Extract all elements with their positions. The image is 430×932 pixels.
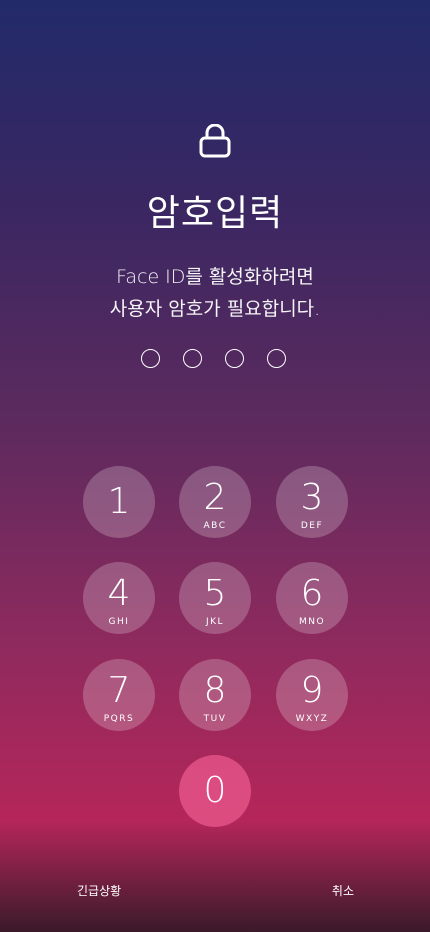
key-digit: 0: [203, 770, 227, 811]
key-letters: JKL: [205, 617, 225, 627]
bottom-bar: 긴급상황 취소: [0, 870, 430, 912]
key-5[interactable]: 5 JKL: [179, 562, 251, 634]
key-digit: 7: [107, 670, 131, 711]
passcode-dot: [225, 349, 244, 368]
page-title: 암호입력: [146, 193, 284, 234]
subtitle-line-2: 사용자 암호가 필요합니다.: [109, 298, 321, 320]
key-2[interactable]: 2 ABC: [179, 466, 251, 538]
key-digit: 4: [107, 573, 131, 614]
key-digit: 1: [107, 481, 131, 522]
passcode-dots: [141, 349, 291, 371]
key-digit: 5: [203, 573, 227, 614]
key-8[interactable]: 8 TUV: [179, 659, 251, 731]
key-letters: MNO: [298, 617, 326, 627]
key-6[interactable]: 6 MNO: [276, 562, 348, 634]
subtitle-line-1: Face ID를 활성화하려면: [116, 266, 314, 288]
emergency-button[interactable]: 긴급상황: [77, 882, 121, 899]
key-letters: DEF: [300, 521, 324, 531]
passcode-dot: [141, 349, 160, 368]
cancel-button[interactable]: 취소: [332, 882, 354, 899]
key-0[interactable]: 0: [179, 755, 251, 827]
passcode-screen: 암호입력 Face ID를 활성화하려면 사용자 암호가 필요합니다. 1 2 …: [0, 0, 430, 932]
key-digit: 3: [300, 477, 324, 518]
key-7[interactable]: 7 PQRS: [83, 659, 155, 731]
key-digit: 8: [203, 670, 227, 711]
lock-icon: [199, 124, 231, 158]
key-4[interactable]: 4 GHI: [83, 562, 155, 634]
key-1[interactable]: 1: [83, 466, 155, 538]
key-letters: PQRS: [103, 714, 135, 724]
key-3[interactable]: 3 DEF: [276, 466, 348, 538]
key-letters: GHI: [108, 617, 130, 627]
key-letters: WXYZ: [295, 714, 329, 724]
key-letters: TUV: [203, 714, 227, 724]
key-digit: 9: [300, 670, 324, 711]
passcode-dot: [267, 349, 286, 368]
key-digit: 2: [203, 477, 227, 518]
key-digit: 6: [300, 573, 324, 614]
key-9[interactable]: 9 WXYZ: [276, 659, 348, 731]
passcode-dot: [183, 349, 202, 368]
key-letters: ABC: [203, 521, 227, 531]
